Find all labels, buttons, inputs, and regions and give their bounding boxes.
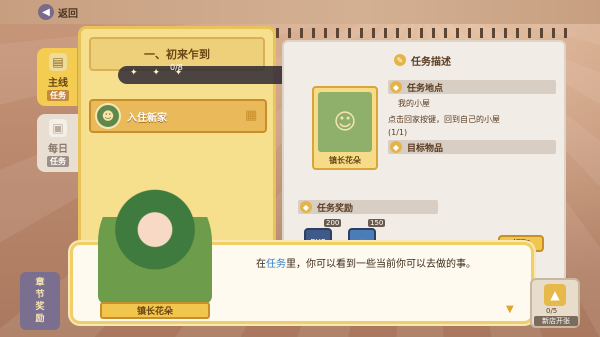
sparkle-decoration: ✦ ✦ ✦ bbox=[130, 68, 189, 78]
scroll-icon: ▤ bbox=[49, 53, 67, 71]
quest-item-move-in[interactable]: ☻ 入住新家 ▦ bbox=[89, 99, 267, 133]
reward-exp-count: 200 bbox=[324, 219, 342, 227]
shop-icon: ▲ bbox=[544, 284, 566, 306]
new-shop-button[interactable]: ▲ 0/5 新店开张 bbox=[530, 278, 580, 328]
dialog-text: 在任务里，你可以看到一些当前你可以去做的事。 bbox=[256, 256, 524, 300]
side-tabs: ▤ 主线 任务 ▣ 每日 任务 bbox=[37, 48, 79, 180]
notebook-spiral bbox=[276, 28, 576, 38]
npc-character-art bbox=[98, 180, 212, 304]
npc-portrait-card: ☺ 镇长花朵 bbox=[312, 86, 378, 170]
detail-section-title: ✎ 任务描述 bbox=[394, 52, 451, 68]
portrait-name: 镇长花朵 bbox=[329, 156, 361, 165]
back-arrow-icon: ◀ bbox=[38, 4, 54, 20]
back-button[interactable]: ◀ 返回 bbox=[38, 3, 78, 21]
bookmark-icon: ✎ bbox=[394, 54, 406, 66]
location-pin-icon: ◆ bbox=[390, 81, 402, 93]
location-value: 我的小屋 bbox=[398, 99, 430, 108]
quest-description: 点击回家按键，回到自己的小屋 bbox=[388, 115, 500, 124]
reward-header: ◆ 任务奖励 bbox=[300, 199, 353, 215]
gift-icon: ▦ bbox=[245, 108, 258, 123]
shirt-icon: ▣ bbox=[49, 119, 67, 137]
chapter-reward-l1: 章 bbox=[35, 278, 45, 288]
dialog-continue-icon[interactable]: ▼ bbox=[506, 304, 514, 315]
shop-label: 新店开张 bbox=[534, 316, 578, 326]
target-header: ◆ 目标物品 bbox=[390, 139, 443, 155]
tab-main-quest[interactable]: ▤ 主线 任务 bbox=[37, 48, 79, 106]
npc-name-plate: 镇长花朵 bbox=[100, 302, 210, 319]
quest-label: 入住新家 bbox=[127, 112, 167, 124]
detail-title-text: 任务描述 bbox=[411, 56, 451, 68]
chapter-reward-l4: 励 bbox=[35, 314, 45, 324]
location-header-text: 任务地点 bbox=[407, 83, 444, 94]
quest-progress-count: (1/1) bbox=[388, 128, 408, 137]
back-label: 返回 bbox=[58, 8, 78, 20]
tab-main-label: 主线 bbox=[48, 78, 68, 89]
top-bar: ◀ 返回 bbox=[0, 0, 600, 24]
quest-avatar: ☻ bbox=[95, 103, 121, 129]
reward-pin-icon: ◆ bbox=[300, 201, 312, 213]
target-header-text: 目标物品 bbox=[407, 143, 444, 154]
target-pin-icon: ◆ bbox=[390, 141, 402, 153]
tab-daily-sub: 任务 bbox=[47, 156, 69, 167]
chapter-reward-button[interactable]: 章 节 奖 励 bbox=[20, 272, 60, 330]
tab-daily-label: 每日 bbox=[48, 144, 68, 155]
reward-coin-count: 150 bbox=[368, 219, 386, 227]
dialog-text-pre: 在 bbox=[256, 259, 266, 270]
shop-count: 0/5 bbox=[546, 307, 558, 315]
tab-main-sub: 任务 bbox=[47, 90, 69, 101]
location-header: ◆ 任务地点 bbox=[390, 79, 443, 95]
reward-header-text: 任务奖励 bbox=[317, 203, 354, 214]
tab-daily-quest[interactable]: ▣ 每日 任务 bbox=[37, 114, 79, 172]
chapter-reward-l3: 奖 bbox=[35, 302, 45, 312]
chapter-reward-l2: 节 bbox=[35, 290, 45, 300]
npc-portrait-image: ☺ bbox=[318, 92, 372, 152]
dialog-text-post: 里，你可以看到一些当前你可以去做的事。 bbox=[286, 259, 476, 270]
dialog-text-highlight: 任务 bbox=[266, 259, 286, 270]
